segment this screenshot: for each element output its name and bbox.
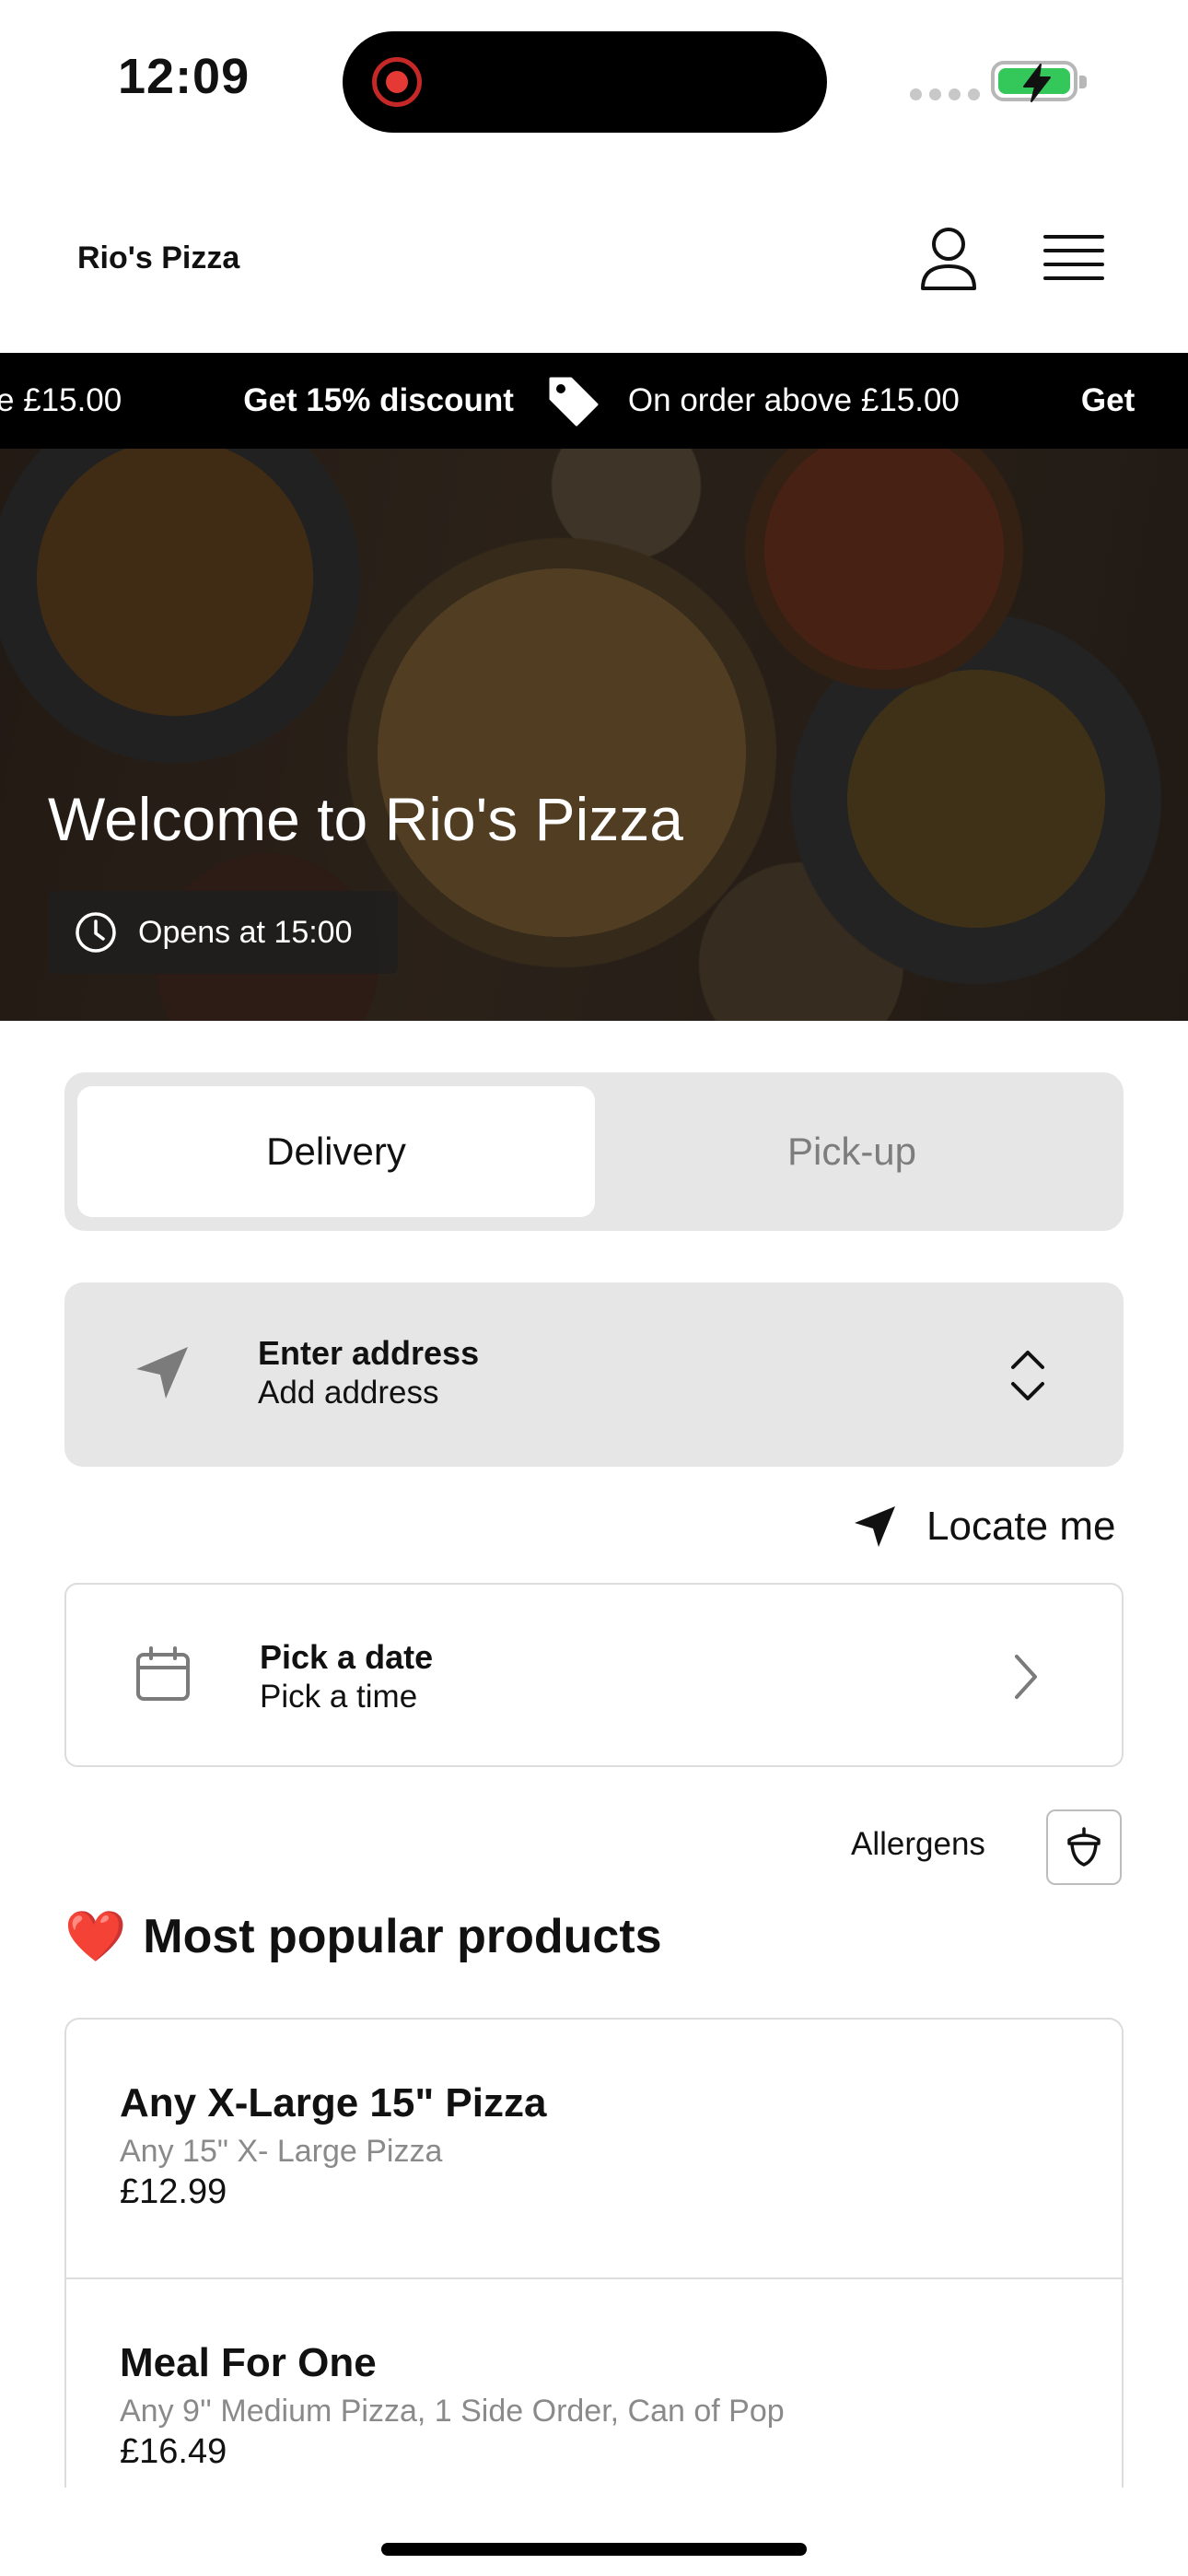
battery-icon (991, 61, 1087, 102)
popular-section-header: ❤️ Most popular products (64, 1907, 662, 1966)
clock-icon (76, 912, 116, 953)
product-item[interactable]: Meal For One Any 9'' Medium Pizza, 1 Sid… (66, 2279, 1122, 2488)
section-title: Most popular products (143, 1910, 662, 1963)
schedule-title: Pick a date (260, 1638, 434, 1676)
hero-banner: Welcome to Rio's Pizza Opens at 15:00 (0, 449, 1188, 1021)
dynamic-island (343, 31, 827, 133)
acorn-icon (1067, 1827, 1101, 1867)
promo-next-text: Get (1080, 382, 1136, 418)
product-name: Any X-Large 15" Pizza (120, 2080, 547, 2125)
chevron-up-down-icon (1011, 1351, 1044, 1400)
app-header: Rio's Pizza (0, 161, 1188, 353)
allergens-button[interactable] (1046, 1809, 1122, 1885)
address-title: Enter address (258, 1334, 480, 1372)
charging-bolt-icon (1023, 64, 1051, 102)
promo-condition-text: On order above £15.00 (627, 382, 960, 418)
allergens-label: Allergens (851, 1826, 985, 1862)
address-selector[interactable]: Enter address Add address (64, 1282, 1124, 1467)
home-indicator[interactable] (381, 2543, 807, 2556)
order-mode-toggle: Delivery Pick-up (64, 1072, 1124, 1231)
opening-hours-badge: Opens at 15:00 (48, 891, 398, 974)
navigation-arrow-icon (855, 1506, 895, 1547)
heart-icon: ❤️ (64, 1907, 127, 1965)
promo-tail-text: e £15.00 (0, 382, 122, 418)
brand-name[interactable]: Rio's Pizza (77, 240, 239, 276)
product-item[interactable]: Any X-Large 15" Pizza Any 15" X- Large P… (66, 2020, 1122, 2279)
hero-title: Welcome to Rio's Pizza (48, 785, 683, 853)
product-description: Any 15" X- Large Pizza (120, 2134, 443, 2169)
promo-ticker: e £15.00 Get 15% discount On order above… (0, 353, 1188, 449)
locate-me-label: Locate me (926, 1504, 1116, 1549)
product-price: £12.99 (120, 2172, 227, 2211)
calendar-icon (136, 1646, 190, 1701)
account-button[interactable] (912, 222, 985, 296)
locate-me-button[interactable]: Locate me (853, 1494, 1115, 1559)
menu-button[interactable] (1037, 222, 1111, 296)
hamburger-menu-icon (1043, 235, 1104, 280)
price-tag-icon (545, 373, 600, 428)
location-arrow-icon (136, 1347, 188, 1399)
opening-hours-text: Opens at 15:00 (138, 914, 353, 950)
product-price: £16.49 (120, 2432, 227, 2471)
product-list: Any X-Large 15" Pizza Any 15" X- Large P… (64, 2018, 1124, 2488)
product-name: Meal For One (120, 2340, 377, 2385)
recording-icon (372, 57, 422, 107)
schedule-picker[interactable]: Pick a date Pick a time (64, 1583, 1124, 1767)
signal-icon (910, 88, 980, 100)
tab-pickup[interactable]: Pick-up (593, 1086, 1111, 1217)
tab-delivery[interactable]: Delivery (77, 1086, 595, 1217)
promo-discount-text: Get 15% discount (243, 382, 514, 418)
product-description: Any 9'' Medium Pizza, 1 Side Order, Can … (120, 2394, 785, 2429)
user-icon (921, 228, 976, 290)
address-subtitle: Add address (258, 1375, 439, 1411)
status-bar: 12:09 (0, 0, 1188, 161)
status-time: 12:09 (118, 49, 250, 104)
chevron-right-icon (1015, 1655, 1037, 1699)
schedule-subtitle: Pick a time (260, 1679, 418, 1715)
